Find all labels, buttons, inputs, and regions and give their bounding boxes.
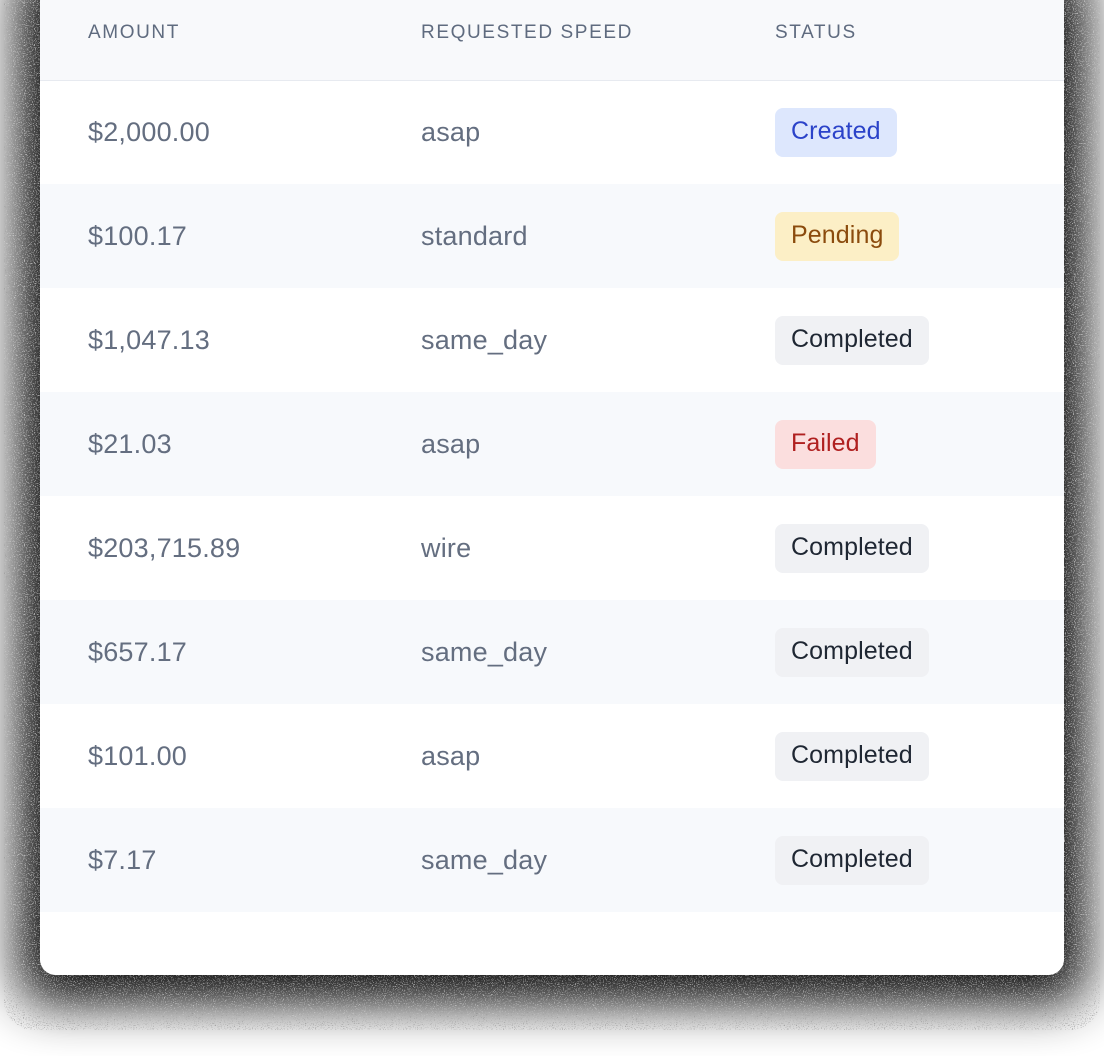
table-row[interactable]: $1,047.13 same_day Completed bbox=[40, 288, 1064, 392]
status-cell-inner: Failed bbox=[727, 419, 1064, 469]
column-header-requested-speed-label: REQUESTED SPEED bbox=[421, 21, 633, 43]
cell-requested-speed: same_day bbox=[373, 600, 727, 704]
cell-amount: $657.17 bbox=[40, 600, 373, 704]
cell-amount: $7.17 bbox=[40, 808, 373, 912]
cell-requested-speed: asap bbox=[373, 392, 727, 496]
cell-amount: $100.17 bbox=[40, 184, 373, 288]
status-badge: Pending bbox=[775, 211, 900, 261]
status-badge: Completed bbox=[775, 627, 929, 677]
amount-value: $7.17 bbox=[88, 844, 157, 875]
column-header-status[interactable]: STATUS bbox=[727, 0, 1064, 81]
status-badge: Completed bbox=[775, 835, 929, 885]
cell-requested-speed: standard bbox=[373, 184, 727, 288]
status-cell-inner: Completed bbox=[727, 627, 1064, 677]
amount-value: $1,047.13 bbox=[88, 324, 210, 355]
screenshot-stage: AMOUNT REQUESTED SPEED STATUS $2,000.00 a… bbox=[0, 0, 1104, 1056]
cell-amount: $21.03 bbox=[40, 392, 373, 496]
table-body: $2,000.00 asap Created $100.17 standard Pendi… bbox=[40, 80, 1064, 912]
transactions-table: AMOUNT REQUESTED SPEED STATUS $2,000.00 a… bbox=[40, 0, 1064, 912]
amount-value: $203,715.89 bbox=[88, 532, 241, 563]
table-row[interactable]: $657.17 same_day Completed bbox=[40, 600, 1064, 704]
requested-speed-value: wire bbox=[421, 532, 472, 563]
cell-status: Completed bbox=[727, 808, 1064, 912]
status-cell-inner: Completed bbox=[727, 731, 1064, 781]
table-row[interactable]: $7.17 same_day Completed bbox=[40, 808, 1064, 912]
requested-speed-value: same_day bbox=[421, 324, 548, 355]
status-badge: Completed bbox=[775, 523, 929, 573]
cell-amount: $2,000.00 bbox=[40, 80, 373, 184]
column-header-requested-speed[interactable]: REQUESTED SPEED bbox=[373, 0, 727, 81]
cell-requested-speed: asap bbox=[373, 704, 727, 808]
column-header-status-label: STATUS bbox=[775, 21, 857, 43]
cell-status: Completed bbox=[727, 704, 1064, 808]
status-cell-inner: Created bbox=[727, 107, 1064, 157]
cell-status: Completed bbox=[727, 496, 1064, 600]
table-row[interactable]: $203,715.89 wire Completed bbox=[40, 496, 1064, 600]
status-badge: Failed bbox=[775, 419, 876, 469]
table-row[interactable]: $101.00 asap Completed bbox=[40, 704, 1064, 808]
status-cell-inner: Pending bbox=[727, 211, 1064, 261]
table-header-row: AMOUNT REQUESTED SPEED STATUS bbox=[40, 0, 1064, 81]
cell-status: Pending bbox=[727, 184, 1064, 288]
table-row[interactable]: $100.17 standard Pending bbox=[40, 184, 1064, 288]
amount-value: $21.03 bbox=[88, 428, 172, 459]
amount-value: $657.17 bbox=[88, 636, 187, 667]
requested-speed-value: same_day bbox=[421, 636, 548, 667]
column-header-amount-label: AMOUNT bbox=[88, 21, 180, 43]
requested-speed-value: asap bbox=[421, 116, 481, 147]
requested-speed-value: asap bbox=[421, 740, 481, 771]
cell-requested-speed: wire bbox=[373, 496, 727, 600]
status-badge: Created bbox=[775, 107, 897, 157]
cell-amount: $101.00 bbox=[40, 704, 373, 808]
table-footer-spacer bbox=[40, 912, 1064, 975]
column-header-amount[interactable]: AMOUNT bbox=[40, 0, 373, 81]
amount-value: $101.00 bbox=[88, 740, 187, 771]
transactions-card: AMOUNT REQUESTED SPEED STATUS $2,000.00 a… bbox=[40, 0, 1064, 975]
amount-value: $2,000.00 bbox=[88, 116, 210, 147]
cell-amount: $1,047.13 bbox=[40, 288, 373, 392]
status-cell-inner: Completed bbox=[727, 835, 1064, 885]
status-cell-inner: Completed bbox=[727, 315, 1064, 365]
cell-requested-speed: asap bbox=[373, 80, 727, 184]
status-badge: Completed bbox=[775, 731, 929, 781]
cell-status: Completed bbox=[727, 600, 1064, 704]
cell-status: Failed bbox=[727, 392, 1064, 496]
table-row[interactable]: $2,000.00 asap Created bbox=[40, 80, 1064, 184]
cell-requested-speed: same_day bbox=[373, 288, 727, 392]
cell-amount: $203,715.89 bbox=[40, 496, 373, 600]
requested-speed-value: same_day bbox=[421, 844, 548, 875]
status-cell-inner: Completed bbox=[727, 523, 1064, 573]
amount-value: $100.17 bbox=[88, 220, 187, 251]
requested-speed-value: standard bbox=[421, 220, 528, 251]
requested-speed-value: asap bbox=[421, 428, 481, 459]
table-header: AMOUNT REQUESTED SPEED STATUS bbox=[40, 0, 1064, 81]
status-badge: Completed bbox=[775, 315, 929, 365]
cell-status: Created bbox=[727, 80, 1064, 184]
table-row[interactable]: $21.03 asap Failed bbox=[40, 392, 1064, 496]
cell-requested-speed: same_day bbox=[373, 808, 727, 912]
cell-status: Completed bbox=[727, 288, 1064, 392]
